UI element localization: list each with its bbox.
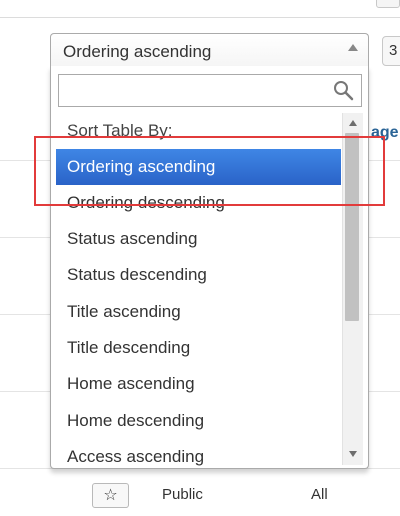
chevron-up-icon — [348, 44, 358, 51]
option-ordering-asc[interactable]: Ordering ascending — [56, 149, 341, 185]
selected-value: Ordering ascending — [63, 42, 212, 61]
sort-dropdown: Sort Table By: Ordering ascending Orderi… — [50, 66, 369, 469]
scroll-up-icon[interactable] — [349, 120, 357, 126]
option-status-desc[interactable]: Status descending — [56, 257, 341, 293]
star-icon: ☆ — [103, 487, 118, 504]
option-home-asc[interactable]: Home ascending — [56, 366, 341, 402]
search-icon — [334, 81, 354, 101]
list-limit-button[interactable]: 3 — [382, 36, 400, 66]
column-header-link[interactable]: age — [371, 124, 399, 142]
option-group-label: Sort Table By: — [67, 121, 173, 140]
options-list: Sort Table By: Ordering ascending Orderi… — [51, 113, 341, 468]
dropdown-scrollbar[interactable] — [342, 113, 363, 465]
featured-toggle-button[interactable]: ☆ — [92, 483, 129, 508]
option-home-desc[interactable]: Home descending — [56, 403, 341, 439]
top-right-button[interactable] — [376, 0, 400, 8]
access-cell: Public — [162, 486, 203, 503]
option-ordering-desc[interactable]: Ordering descending — [56, 185, 341, 221]
search-input[interactable] — [58, 74, 362, 107]
scrollbar-thumb[interactable] — [345, 133, 359, 321]
option-title-desc[interactable]: Title descending — [56, 330, 341, 366]
sort-table-select[interactable]: Ordering ascending — [50, 33, 369, 67]
scroll-down-icon[interactable] — [349, 451, 357, 457]
option-title-asc[interactable]: Title ascending — [56, 294, 341, 330]
top-border — [0, 0, 400, 18]
language-cell: All — [311, 486, 328, 503]
option-access-asc[interactable]: Access ascending — [56, 439, 341, 468]
option-status-asc[interactable]: Status ascending — [56, 221, 341, 257]
